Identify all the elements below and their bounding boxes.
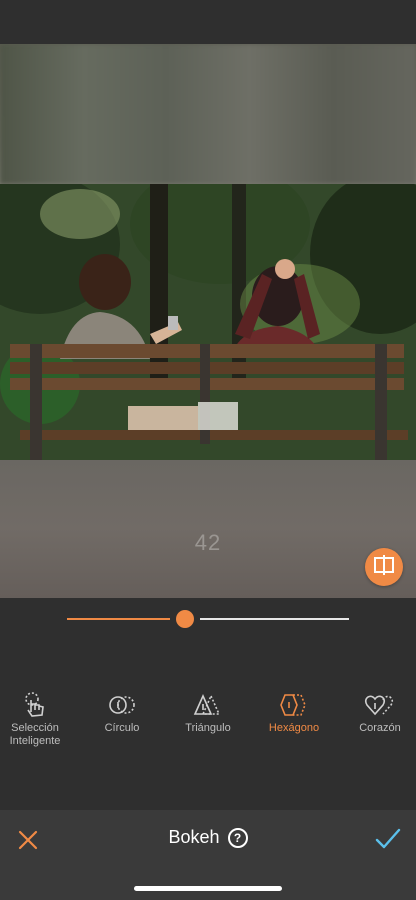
hexagon-shape-icon	[254, 688, 334, 722]
tool-label: Corazón	[359, 722, 401, 734]
tool-label: Selección Inteligente	[9, 722, 61, 747]
tool-heart[interactable]: Corazón	[340, 688, 416, 735]
page-title: Bokeh	[168, 827, 220, 847]
slider-track-filled	[67, 618, 171, 620]
tool-label: Hexágono	[268, 722, 320, 734]
blurred-background-bottom	[0, 460, 416, 598]
tool-triangle[interactable]: Triángulo	[168, 688, 248, 735]
hand-select-icon	[0, 688, 75, 722]
home-indicator	[134, 886, 282, 891]
title-group: Bokeh ?	[0, 827, 416, 848]
tool-circle[interactable]: Círculo	[82, 688, 162, 735]
tool-label: Círculo	[104, 722, 140, 734]
help-icon[interactable]: ?	[227, 827, 248, 848]
shape-toolbar: Selección Inteligente Círculo Triángulo	[0, 688, 416, 758]
photo-image	[0, 184, 416, 460]
triangle-shape-icon	[168, 688, 248, 722]
slider-thumb[interactable]	[176, 610, 195, 628]
compare-split-icon	[373, 554, 395, 581]
compare-button[interactable]	[365, 548, 403, 586]
tool-smart-selection[interactable]: Selección Inteligente	[0, 688, 75, 748]
status-bar	[0, 0, 416, 44]
slider-track-empty	[200, 618, 349, 620]
photo-canvas[interactable]: 42	[0, 44, 416, 598]
effect-value: 42	[194, 530, 222, 555]
intensity-slider[interactable]	[0, 598, 416, 642]
checkmark-icon	[374, 828, 402, 856]
tool-hexagon[interactable]: Hexágono	[254, 688, 334, 735]
confirm-button[interactable]	[374, 826, 402, 852]
heart-shape-icon	[340, 688, 416, 722]
blurred-background-top	[0, 44, 416, 184]
tool-label: Triángulo	[185, 722, 231, 734]
bottom-action-bar: Bokeh ?	[0, 810, 416, 900]
circle-shape-icon	[82, 688, 162, 722]
